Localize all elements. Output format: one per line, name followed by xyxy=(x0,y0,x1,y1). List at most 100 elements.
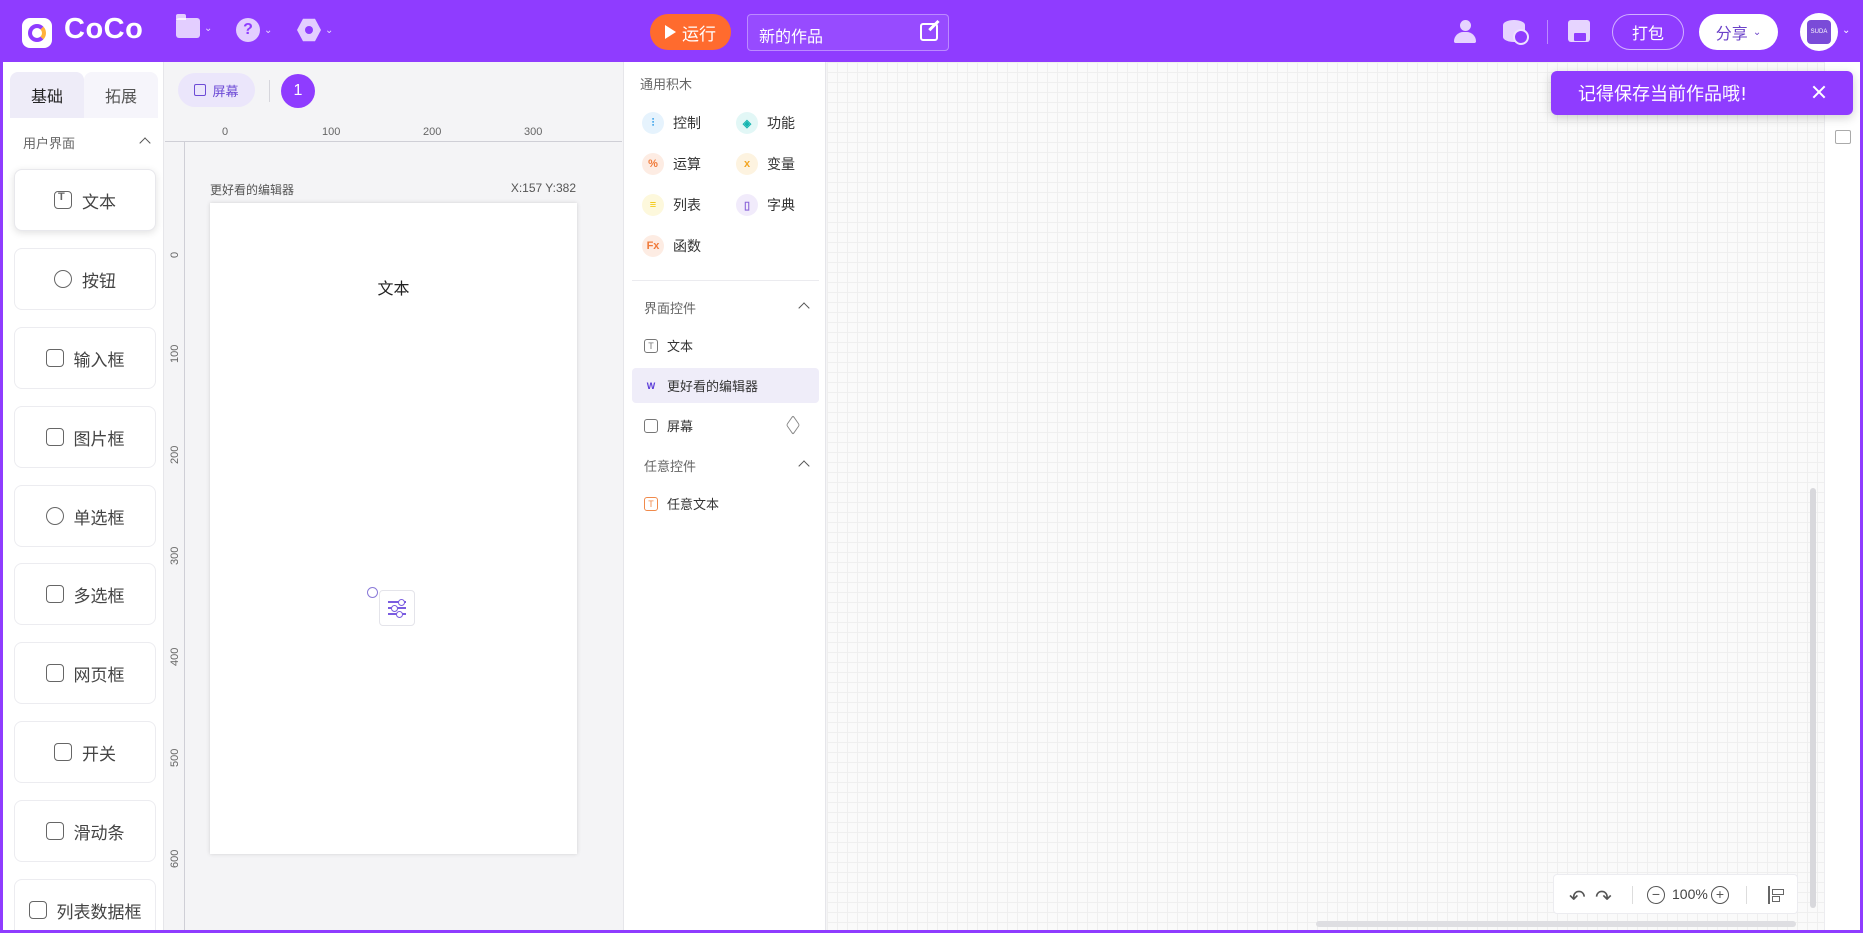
image-icon xyxy=(45,428,64,446)
chevron-down-icon[interactable]: ⌄ xyxy=(1842,25,1850,36)
database-icon[interactable] xyxy=(1503,20,1529,45)
block-category-operator[interactable]: % 运算 xyxy=(642,153,701,175)
block-category-dictionary[interactable]: ▯ 字典 xyxy=(736,194,795,216)
library-tabs: 基础 拓展 xyxy=(10,72,163,118)
widget-button[interactable]: 按钮 xyxy=(14,248,156,310)
phone-text-widget[interactable]: 文本 xyxy=(210,275,577,299)
folder-icon xyxy=(176,14,200,38)
run-button[interactable]: 运行 xyxy=(650,14,731,50)
dictionary-icon: ▯ xyxy=(736,194,758,216)
screen-selector[interactable]: 屏幕 xyxy=(178,73,255,107)
design-canvas: 屏幕 1 0 100 200 300 0 100 200 300 400 500… xyxy=(165,62,622,933)
widget-switch[interactable]: 开关 xyxy=(14,721,156,783)
vertical-scrollbar[interactable] xyxy=(1810,488,1816,908)
cursor-coordinates: X:157 Y:382 xyxy=(510,181,576,195)
phone-screen[interactable]: 文本 xyxy=(210,203,577,854)
share-button[interactable]: 分享 ⌄ xyxy=(1699,14,1778,50)
chevron-up-icon xyxy=(798,460,810,472)
avatar-image: SUDA xyxy=(1807,20,1831,44)
zoom-in-icon[interactable]: + xyxy=(1711,886,1729,904)
fx-icon: Fx xyxy=(642,235,664,257)
pack-button[interactable]: 打包 xyxy=(1612,14,1684,50)
control-icon: ⫶ xyxy=(642,112,664,134)
screen-icon xyxy=(194,84,207,96)
undo-icon[interactable]: ↶ xyxy=(1569,885,1586,909)
widget-radio[interactable]: 单选框 xyxy=(14,485,156,547)
tab-basic[interactable]: 基础 xyxy=(10,72,84,118)
widget-library-panel: 基础 拓展 用户界面 文本 按钮 输入框 图片框 单选框 多选框 网页框 开关 … xyxy=(3,62,164,933)
widget-slider[interactable]: 滑动条 xyxy=(14,800,156,862)
widget-input[interactable]: 输入框 xyxy=(14,327,156,389)
chevron-down-icon: ⌄ xyxy=(1752,26,1762,38)
right-toolbar xyxy=(1824,62,1863,933)
function-icon: ◈ xyxy=(736,112,758,134)
zoom-out-icon[interactable]: − xyxy=(1647,886,1665,904)
widget-image[interactable]: 图片框 xyxy=(14,406,156,468)
control-item-text[interactable]: T 文本 xyxy=(632,328,819,363)
screen-number-badge[interactable]: 1 xyxy=(281,74,315,108)
zoom-level: 100% xyxy=(1672,886,1708,902)
blocks-title: 通用积木 xyxy=(640,78,693,93)
blocks-panel: 通用积木 ⫶ 控制 ◈ 功能 % 运算 x 变量 ≡ 列表 ▯ 字典 Fx 函数… xyxy=(623,62,826,933)
header-divider xyxy=(1547,20,1548,44)
input-icon xyxy=(45,349,64,367)
slider-icon xyxy=(45,822,64,840)
checkbox-icon xyxy=(45,585,64,603)
variable-icon: x xyxy=(736,153,758,175)
redo-icon[interactable]: ↷ xyxy=(1595,885,1612,909)
block-category-control[interactable]: ⫶ 控制 xyxy=(642,112,701,134)
help-icon: ? xyxy=(236,18,260,42)
horizontal-scrollbar[interactable] xyxy=(1316,921,1796,927)
widget-webview[interactable]: 网页框 xyxy=(14,642,156,704)
save-reminder-toast: 记得保存当前作品哦! xyxy=(1551,71,1853,115)
widget-checkbox[interactable]: 多选框 xyxy=(14,563,156,625)
block-category-variable[interactable]: x 变量 xyxy=(736,153,795,175)
save-icon[interactable] xyxy=(1568,20,1590,42)
settings-menu[interactable]: ⌄ xyxy=(297,18,333,42)
help-menu[interactable]: ? ⌄ xyxy=(236,18,272,42)
widget-settings-button[interactable] xyxy=(379,590,415,626)
edit-title-icon[interactable] xyxy=(920,23,938,41)
divider xyxy=(1632,886,1633,904)
section-ui-controls[interactable]: 界面控件 xyxy=(644,298,812,317)
store-icon[interactable] xyxy=(1835,130,1851,144)
control-item-screen[interactable]: 屏幕 xyxy=(632,408,819,443)
brand-name: CoCo xyxy=(64,13,144,45)
list-data-icon xyxy=(28,901,47,919)
close-icon[interactable] xyxy=(1811,84,1827,100)
control-item-any-text[interactable]: T 任意文本 xyxy=(632,486,819,521)
align-left-icon[interactable] xyxy=(1768,886,1784,904)
widget-text[interactable]: 文本 xyxy=(14,169,156,231)
text-icon: T xyxy=(644,496,658,511)
share-label: 分享 xyxy=(1715,24,1748,43)
block-category-list[interactable]: ≡ 列表 xyxy=(642,194,701,216)
block-category-function-fx[interactable]: Fx 函数 xyxy=(642,235,701,257)
drag-handle[interactable] xyxy=(367,587,378,598)
chevron-down-icon: ⌄ xyxy=(325,24,334,36)
text-icon xyxy=(54,191,72,209)
block-workspace[interactable] xyxy=(827,62,1824,933)
widget-list-data[interactable]: 列表数据框 xyxy=(14,879,156,933)
control-item-editor[interactable]: W 更好看的编辑器 xyxy=(632,368,819,403)
section-user-interface[interactable]: 用户界面 xyxy=(23,133,153,152)
radio-icon xyxy=(45,507,64,525)
editor-icon: W xyxy=(644,378,658,393)
block-category-function[interactable]: ◈ 功能 xyxy=(736,112,795,134)
collaborators-icon[interactable] xyxy=(1454,20,1478,44)
layers-icon[interactable] xyxy=(786,415,800,435)
button-icon xyxy=(54,270,72,288)
chevron-down-icon: ⌄ xyxy=(204,22,213,34)
section-any-controls[interactable]: 任意控件 xyxy=(644,456,812,475)
switch-icon xyxy=(54,743,72,761)
chevron-down-icon: ⌄ xyxy=(264,24,273,36)
file-menu[interactable]: ⌄ xyxy=(176,14,213,38)
play-icon xyxy=(665,25,676,39)
avatar[interactable]: SUDA xyxy=(1800,13,1838,51)
top-bar: CoCo ⌄ ? ⌄ ⌄ 运行 新的作品 打包 分享 ⌄ SUDA ⌄ xyxy=(0,0,1863,62)
settings-hex-icon xyxy=(297,18,321,42)
tab-extension[interactable]: 拓展 xyxy=(84,72,158,118)
project-title-field[interactable]: 新的作品 xyxy=(747,14,949,51)
divider xyxy=(632,280,819,281)
webview-icon xyxy=(45,664,64,682)
chevron-up-icon xyxy=(139,137,151,149)
